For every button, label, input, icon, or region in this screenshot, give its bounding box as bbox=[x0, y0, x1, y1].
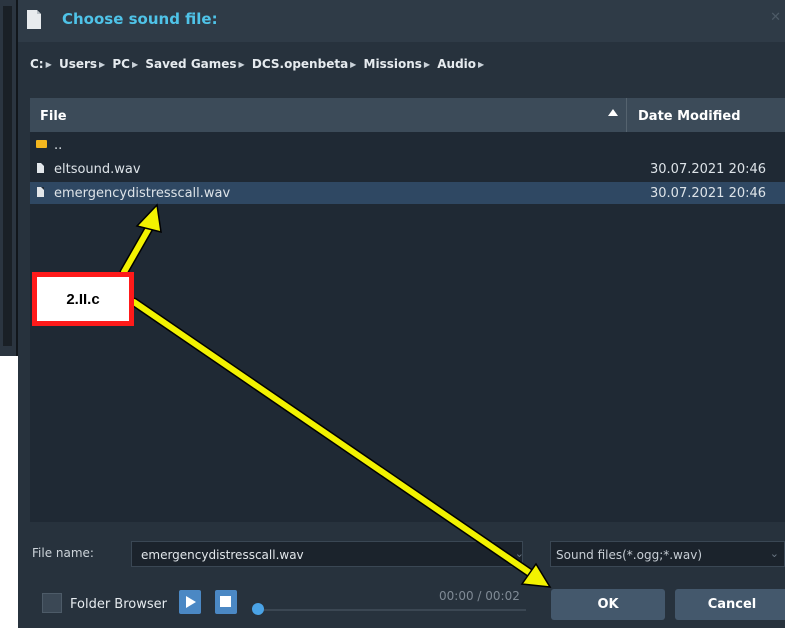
breadcrumb-separator-icon: ▶ bbox=[99, 60, 106, 69]
folder-browser-label: Folder Browser bbox=[70, 597, 167, 612]
file-name-label: File name: bbox=[32, 546, 94, 560]
breadcrumb-item-users[interactable]: Users bbox=[59, 57, 97, 71]
column-header-file[interactable]: File bbox=[40, 109, 67, 124]
file-date: 30.07.2021 20:46 bbox=[650, 186, 767, 201]
breadcrumb-separator-icon: ▶ bbox=[423, 60, 431, 69]
folder-browser-checkbox[interactable] bbox=[42, 593, 62, 613]
stop-button[interactable] bbox=[215, 590, 237, 614]
file-date: 30.07.2021 20:46 bbox=[650, 162, 767, 177]
column-divider[interactable] bbox=[626, 98, 627, 132]
cancel-button[interactable]: Cancel bbox=[675, 589, 785, 620]
file-type-select[interactable]: Sound files(*.ogg;*.wav) ⌄ bbox=[550, 541, 785, 567]
stop-icon bbox=[220, 596, 231, 607]
play-icon bbox=[186, 596, 196, 608]
file-list-header: File Date Modified bbox=[30, 98, 785, 132]
annotation-label-text: 2.II.c bbox=[66, 291, 100, 308]
chevron-down-icon[interactable]: ⌄ bbox=[770, 547, 779, 560]
title-bar: Choose sound file: ✕ bbox=[18, 0, 785, 42]
list-item-eltsound[interactable]: eltsound.wav 30.07.2021 20:46 bbox=[30, 158, 785, 180]
sort-ascending-icon[interactable] bbox=[608, 109, 618, 116]
breadcrumb: C: ▶ Users ▶ PC ▶ Saved Games ▶ DCS.openbeta… bbox=[30, 57, 487, 71]
play-button[interactable] bbox=[179, 590, 201, 614]
file-list[interactable]: File Date Modified .. eltsound.wav 30.07… bbox=[30, 98, 785, 522]
playback-slider-handle[interactable] bbox=[252, 603, 264, 615]
breadcrumb-separator-icon: ▶ bbox=[350, 60, 357, 69]
playback-slider-track[interactable] bbox=[256, 609, 526, 611]
breadcrumb-separator-icon: ▶ bbox=[478, 60, 485, 69]
breadcrumb-separator-icon: ▶ bbox=[238, 60, 245, 69]
playback-time: 00:00 / 00:02 bbox=[439, 589, 520, 603]
file-icon bbox=[37, 163, 44, 173]
annotation-label: 2.II.c bbox=[32, 272, 134, 326]
breadcrumb-item-pc[interactable]: PC bbox=[112, 57, 130, 71]
breadcrumb-item-missions[interactable]: Missions bbox=[364, 57, 422, 71]
document-icon bbox=[27, 10, 41, 29]
file-icon bbox=[37, 187, 44, 197]
column-header-date-modified[interactable]: Date Modified bbox=[638, 109, 741, 124]
breadcrumb-separator-icon: ▶ bbox=[132, 60, 139, 69]
background-window-panel bbox=[3, 6, 12, 346]
file-name-value: emergencydistresscall.wav bbox=[141, 548, 304, 562]
breadcrumb-item-dcs-openbeta[interactable]: DCS.openbeta bbox=[252, 57, 348, 71]
breadcrumb-item-audio[interactable]: Audio bbox=[437, 57, 476, 71]
ok-button[interactable]: OK bbox=[551, 589, 665, 620]
chevron-down-icon[interactable]: ⌄ bbox=[515, 547, 524, 560]
list-item-parent-folder[interactable]: .. bbox=[30, 134, 785, 156]
background-window-edge bbox=[0, 0, 18, 356]
breadcrumb-item-saved-games[interactable]: Saved Games bbox=[145, 57, 236, 71]
file-name: eltsound.wav bbox=[54, 162, 141, 177]
breadcrumb-separator-icon: ▶ bbox=[45, 60, 52, 69]
file-name: emergencydistresscall.wav bbox=[54, 186, 231, 201]
dialog-title: Choose sound file: bbox=[62, 10, 218, 28]
list-item-emergencydistresscall[interactable]: emergencydistresscall.wav 30.07.2021 20:… bbox=[30, 182, 785, 204]
breadcrumb-item-c[interactable]: C: bbox=[30, 57, 44, 71]
folder-icon bbox=[36, 140, 47, 148]
file-type-value: Sound files(*.ogg;*.wav) bbox=[556, 548, 703, 562]
close-icon[interactable]: ✕ bbox=[770, 10, 781, 25]
file-name: .. bbox=[54, 138, 63, 153]
file-name-input[interactable]: emergencydistresscall.wav ⌄ bbox=[131, 541, 524, 567]
